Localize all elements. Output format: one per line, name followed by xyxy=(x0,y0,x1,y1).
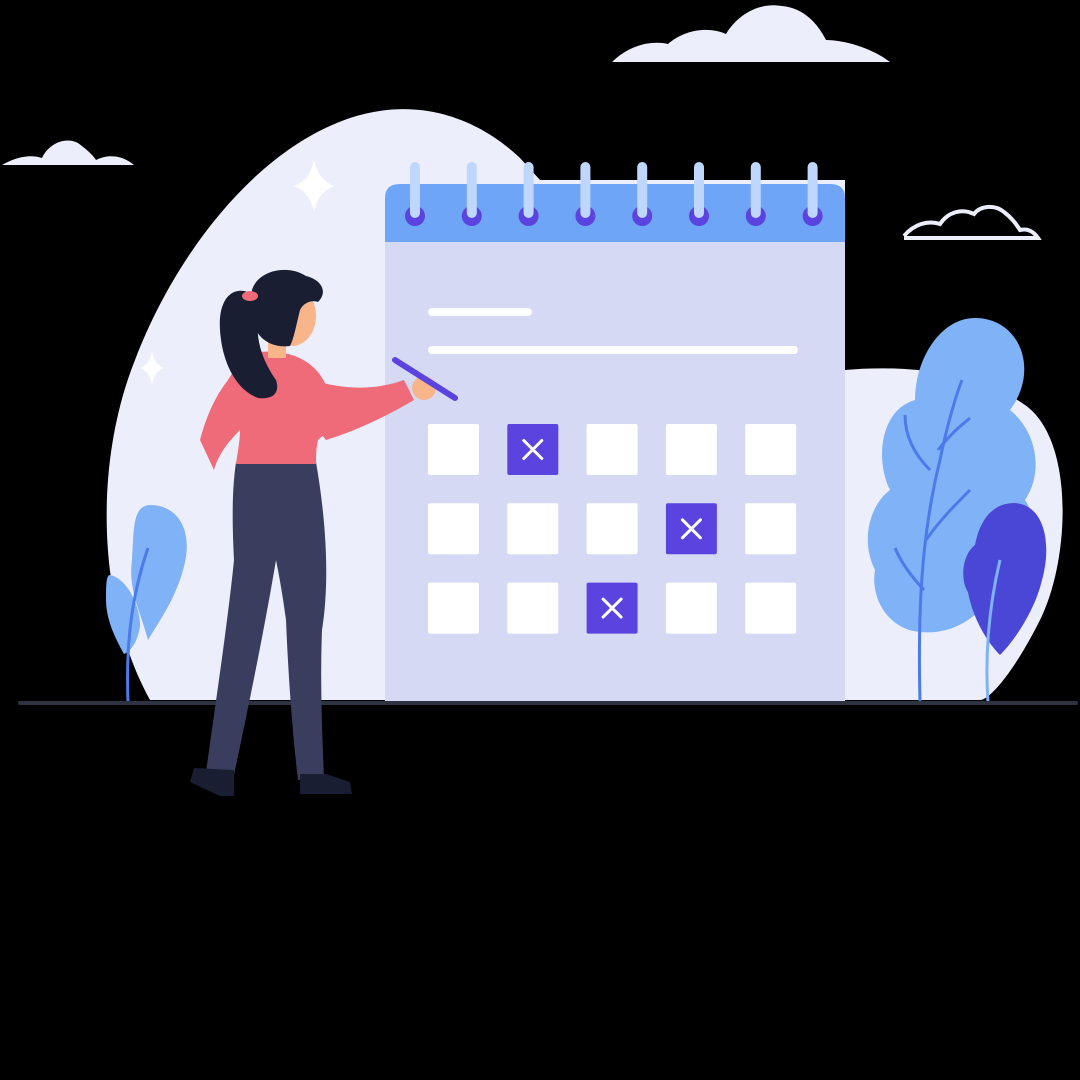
calendar-cell xyxy=(665,582,717,634)
calendar-cell xyxy=(428,503,479,555)
calendar-ring xyxy=(523,162,534,218)
ground-line xyxy=(18,701,1078,705)
calendar-cell xyxy=(507,503,559,555)
calendar-cell xyxy=(586,503,638,555)
calendar-illustration xyxy=(0,0,1080,1080)
calendar-title-line xyxy=(428,308,532,316)
calendar-ring xyxy=(580,162,591,218)
calendar-cell xyxy=(665,424,717,475)
calendar-cell xyxy=(428,582,479,634)
calendar-ring xyxy=(807,162,818,218)
calendar-cell xyxy=(507,582,559,634)
calendar-ring xyxy=(694,162,704,218)
calendar-cell xyxy=(745,503,797,555)
woman-hair-tie xyxy=(242,291,258,301)
calendar-cell xyxy=(745,424,797,475)
calendar-cell xyxy=(428,424,479,475)
calendar xyxy=(385,162,845,704)
calendar-ring xyxy=(466,162,477,218)
calendar-subtitle-line xyxy=(428,346,798,354)
calendar-ring xyxy=(750,162,761,218)
calendar-cell xyxy=(745,582,797,634)
calendar-header xyxy=(385,184,845,242)
calendar-ring xyxy=(410,162,420,218)
calendar-cell xyxy=(586,424,638,475)
calendar-ring xyxy=(637,162,648,218)
